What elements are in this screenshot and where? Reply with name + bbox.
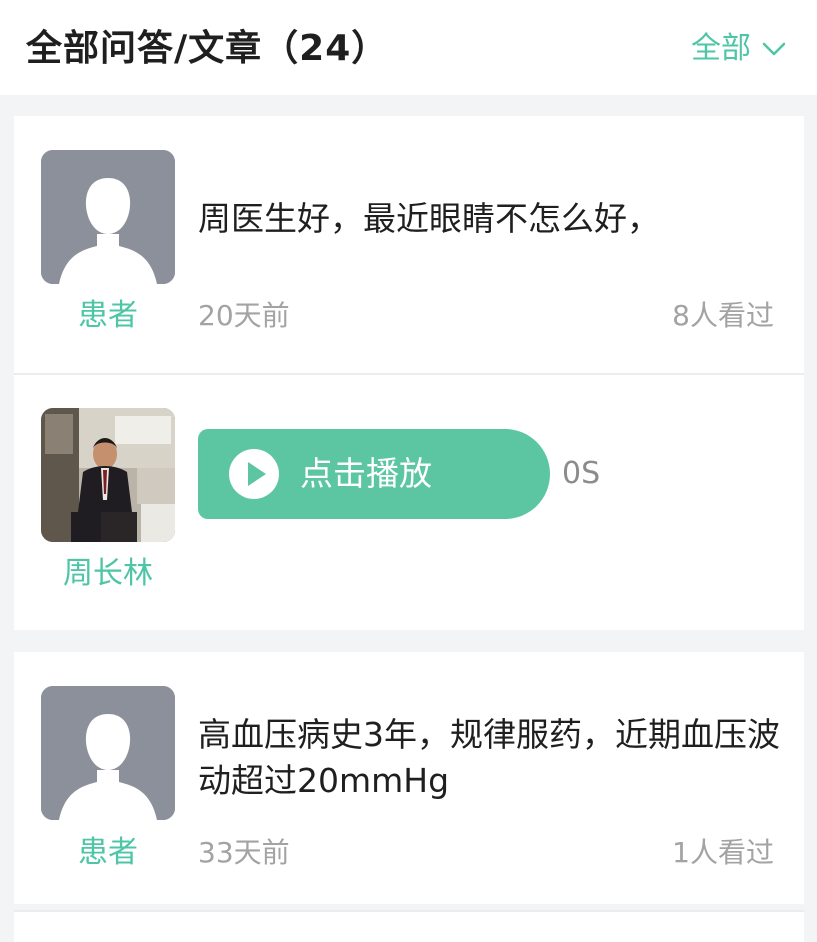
doctor-name: 周长林 [63,556,153,591]
audio-play-button[interactable]: 点击播放 [198,429,550,519]
audio-play-label: 点击播放 [300,454,432,493]
page-title: 全部问答/文章（24） [26,28,389,69]
question-text[interactable]: 高血压病史3年，规律服药，近期血压波动超过20mmHg [198,712,788,804]
divider [14,373,804,375]
patient-avatar[interactable] [41,686,175,820]
section-header: 全部问答/文章（24） 全部 [0,0,817,95]
chevron-down-icon [762,42,786,56]
view-count: 8人看过 [672,299,774,332]
doctor-avatar[interactable] [41,408,175,542]
person-silhouette-icon [41,150,175,284]
author-role: 患者 [78,298,138,333]
doctor-photo [41,408,175,542]
patient-avatar[interactable] [41,150,175,284]
play-icon [229,449,279,499]
question-text[interactable]: 周医生好，最近眼睛不怎么好， [198,196,788,242]
filter-dropdown[interactable]: 全部 [691,30,787,68]
qa-card[interactable]: 高血压病史3年，规律服药，近期血压波动超过20mmHg 患者 33天前 1人看过 [14,652,804,904]
person-silhouette-icon [41,686,175,820]
post-time: 33天前 [198,836,290,869]
audio-duration: 0S [562,456,601,491]
qa-card[interactable]: 周医生好，最近眼睛不怎么好， 患者 20天前 8人看过 点击播放 0S 周长林 [14,116,804,630]
filter-label: 全部 [691,31,751,66]
post-time: 20天前 [198,299,290,332]
view-count: 1人看过 [672,836,774,869]
author-role: 患者 [78,835,138,870]
qa-card-partial[interactable] [14,910,804,942]
